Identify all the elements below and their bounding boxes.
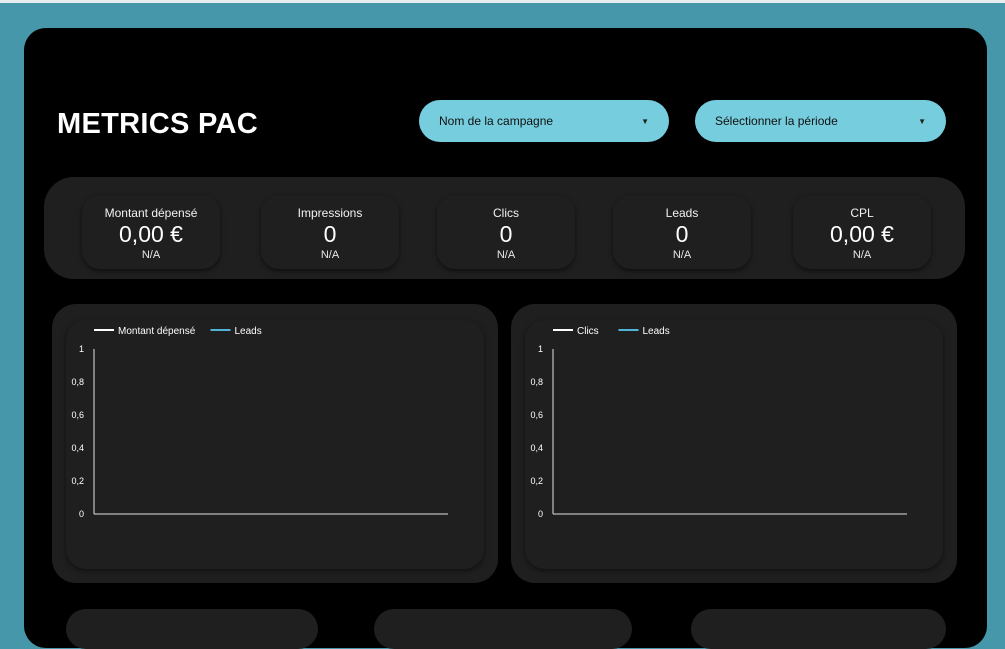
line-chart-spend-leads: Montant dépensé Leads 1 0,8 0,6 0,4 0,2 0 bbox=[71, 326, 448, 519]
kpi-card-impressions: Impressions 0 N/A bbox=[261, 195, 399, 269]
kpi-card-clics: Clics 0 N/A bbox=[437, 195, 575, 269]
chart-container: Clics Leads 1 0,8 0,6 0,4 0,2 0 bbox=[525, 320, 943, 569]
campaign-dropdown-label: Nom de la campagne bbox=[439, 114, 554, 128]
kpi-comparison: N/A bbox=[672, 249, 692, 261]
caret-down-icon: ▼ bbox=[641, 116, 649, 126]
y-tick-label: 0,2 bbox=[530, 476, 543, 486]
chart-card-clicks-leads: Clics Leads 1 0,8 0,6 0,4 0,2 0 bbox=[511, 304, 957, 583]
y-tick-label: 0,6 bbox=[530, 410, 543, 420]
line-chart-clicks-leads: Clics Leads 1 0,8 0,6 0,4 0,2 0 bbox=[530, 326, 907, 519]
window-top-strip bbox=[0, 0, 1005, 3]
y-tick-label: 0 bbox=[79, 509, 84, 519]
kpi-value: 0,00 € bbox=[830, 221, 894, 247]
kpi-comparison: N/A bbox=[320, 249, 340, 261]
y-tick-label: 0,6 bbox=[71, 410, 84, 420]
kpi-card-cpl: CPL 0,00 € N/A bbox=[793, 195, 931, 269]
page-title: METRICS PAC bbox=[57, 108, 258, 140]
kpi-comparison: N/A bbox=[141, 249, 161, 261]
y-tick-label: 0 bbox=[538, 509, 543, 519]
kpi-value: 0 bbox=[323, 221, 337, 247]
kpi-value: 0,00 € bbox=[119, 221, 183, 247]
y-tick-label: 0,4 bbox=[530, 443, 543, 453]
kpi-value: 0 bbox=[499, 221, 513, 247]
kpi-value: 0 bbox=[675, 221, 689, 247]
bottom-card-3 bbox=[691, 609, 946, 649]
chart-container: Montant dépensé Leads 1 0,8 0,6 0,4 0,2 0 bbox=[66, 320, 484, 569]
bottom-card-1 bbox=[66, 609, 318, 649]
campaign-dropdown[interactable]: Nom de la campagne ▼ bbox=[419, 100, 669, 142]
kpi-comparison: N/A bbox=[496, 249, 516, 261]
y-tick-label: 0,8 bbox=[530, 377, 543, 387]
kpi-label: Impressions bbox=[297, 206, 363, 220]
legend-label: Clics bbox=[577, 326, 599, 337]
kpi-label: Montant dépensé bbox=[104, 206, 198, 220]
kpi-strip: Montant dépensé 0,00 € N/A Impressions 0… bbox=[44, 177, 965, 279]
period-dropdown[interactable]: Sélectionner la période ▼ bbox=[695, 100, 946, 142]
chart-card-spend-leads: Montant dépensé Leads 1 0,8 0,6 0,4 0,2 0 bbox=[52, 304, 498, 583]
legend-label: Montant dépensé bbox=[118, 326, 196, 337]
y-tick-label: 1 bbox=[538, 344, 543, 354]
legend-label: Leads bbox=[235, 326, 262, 337]
kpi-card-montant-depense: Montant dépensé 0,00 € N/A bbox=[82, 195, 220, 269]
y-tick-label: 0,4 bbox=[71, 443, 84, 453]
dashboard-panel: METRICS PAC Nom de la campagne ▼ Sélecti… bbox=[24, 28, 987, 649]
caret-down-icon: ▼ bbox=[918, 116, 926, 126]
y-tick-label: 1 bbox=[79, 344, 84, 354]
bottom-card-2 bbox=[374, 609, 632, 649]
kpi-card-leads: Leads 0 N/A bbox=[613, 195, 751, 269]
kpi-comparison: N/A bbox=[852, 249, 872, 261]
y-tick-label: 0,2 bbox=[71, 476, 84, 486]
y-tick-label: 0,8 bbox=[71, 377, 84, 387]
period-dropdown-label: Sélectionner la période bbox=[715, 114, 838, 128]
legend-label: Leads bbox=[643, 326, 670, 337]
kpi-label: CPL bbox=[850, 206, 874, 220]
kpi-label: Clics bbox=[493, 206, 519, 220]
kpi-label: Leads bbox=[665, 206, 699, 220]
